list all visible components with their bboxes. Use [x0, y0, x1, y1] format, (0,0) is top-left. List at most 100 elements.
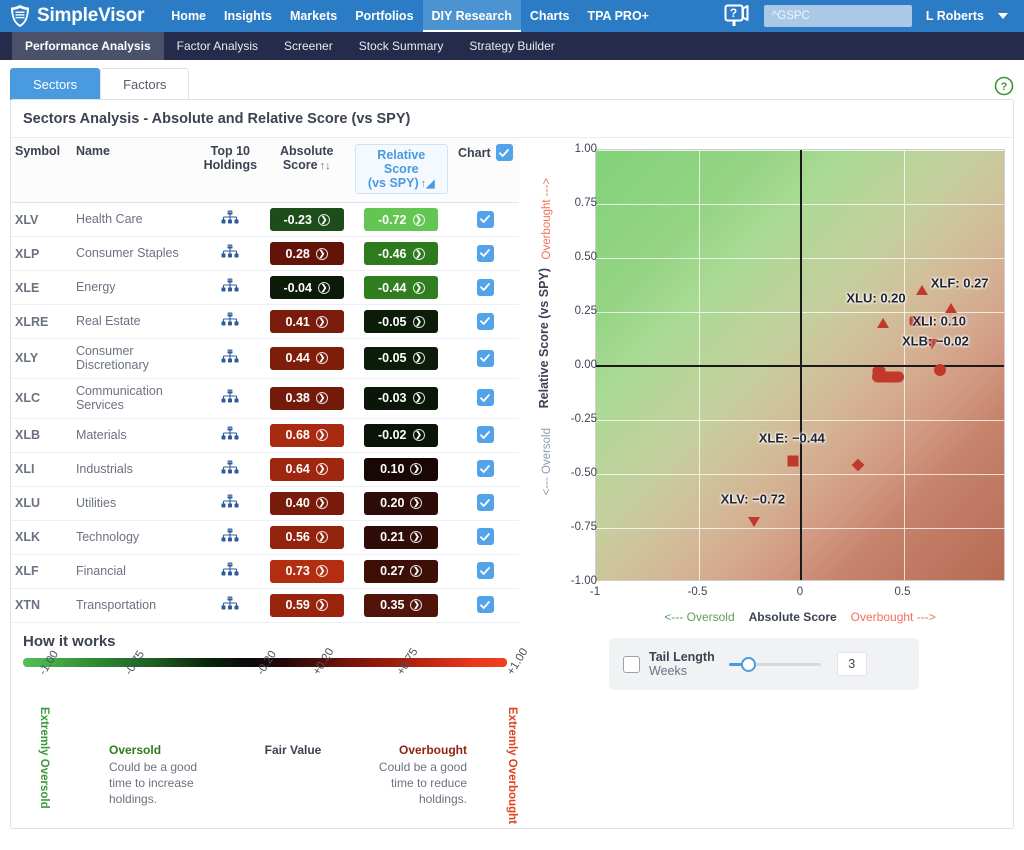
cell-relative-score[interactable]: 0.21 ❯ — [350, 520, 452, 555]
cell-top10-holdings[interactable] — [198, 338, 263, 379]
absolute-score-badge[interactable]: 0.68 ❯ — [269, 423, 344, 447]
chart-row-checkbox[interactable] — [476, 528, 494, 546]
cell-absolute-score[interactable]: 0.40 ❯ — [262, 486, 351, 521]
nav-item-charts[interactable]: Charts — [521, 0, 579, 32]
chevron-right-circle-icon[interactable]: ❯ — [412, 315, 425, 328]
scatter-point-xlv[interactable] — [747, 516, 760, 527]
scatter-point-xtn[interactable] — [915, 285, 928, 296]
cell-symbol[interactable]: XLU — [11, 486, 72, 521]
plot-area[interactable] — [595, 149, 1005, 581]
chevron-right-circle-icon[interactable]: ❯ — [315, 531, 328, 543]
cell-chart-toggle[interactable] — [451, 588, 519, 623]
chart-row-checkbox[interactable] — [476, 596, 494, 614]
question-circle-icon[interactable]: ? — [994, 76, 1014, 96]
cell-symbol[interactable]: XLY — [11, 338, 72, 379]
org-chart-icon[interactable] — [221, 210, 239, 226]
org-chart-icon[interactable] — [221, 349, 239, 365]
table-row[interactable]: XLK Technology 0.56 ❯ 0.21 ❯ — [11, 520, 519, 555]
cell-chart-toggle[interactable] — [451, 236, 519, 271]
cell-top10-holdings[interactable] — [198, 270, 263, 305]
cell-chart-toggle[interactable] — [451, 520, 519, 555]
chevron-right-circle-icon[interactable]: ❯ — [315, 352, 328, 365]
cell-top10-holdings[interactable] — [198, 202, 263, 237]
chevron-right-circle-icon[interactable]: ❯ — [412, 247, 425, 260]
relative-score-badge[interactable]: 0.35 ❯ — [364, 593, 439, 617]
table-row[interactable]: XLF Financial 0.73 ❯ 0.27 ❯ — [11, 554, 519, 589]
scatter-point-xlu[interactable] — [877, 317, 889, 328]
cell-relative-score[interactable]: -0.03 ❯ — [350, 378, 452, 419]
org-chart-icon[interactable] — [221, 426, 239, 442]
cell-symbol[interactable]: XLI — [11, 452, 72, 487]
cell-relative-score[interactable]: -0.05 ❯ — [350, 338, 452, 379]
scatter-point-xlb[interactable] — [934, 364, 947, 377]
subnav-item-screener[interactable]: Screener — [271, 32, 346, 60]
absolute-score-badge[interactable]: 0.73 ❯ — [269, 559, 344, 583]
cell-top10-holdings[interactable] — [198, 236, 263, 271]
cell-chart-toggle[interactable] — [451, 486, 519, 521]
org-chart-icon[interactable] — [221, 389, 239, 405]
cell-chart-toggle[interactable] — [451, 554, 519, 589]
nav-item-home[interactable]: Home — [162, 0, 215, 32]
chevron-right-circle-icon[interactable]: ❯ — [412, 429, 425, 441]
relative-score-badge[interactable]: -0.03 ❯ — [364, 386, 439, 410]
relative-score-badge[interactable]: -0.05 ❯ — [364, 310, 439, 333]
cell-absolute-score[interactable]: 0.68 ❯ — [262, 418, 351, 453]
chevron-right-circle-icon[interactable]: ❯ — [412, 281, 425, 294]
chevron-right-circle-icon[interactable]: ❯ — [410, 599, 423, 611]
absolute-score-badge[interactable]: 0.28 ❯ — [269, 242, 344, 265]
cell-relative-score[interactable]: -0.44 ❯ — [350, 270, 452, 305]
org-chart-icon[interactable] — [221, 528, 239, 544]
chart-row-checkbox[interactable] — [476, 494, 494, 512]
cell-absolute-score[interactable]: 0.73 ❯ — [262, 554, 351, 589]
cell-top10-holdings[interactable] — [198, 588, 263, 623]
table-row[interactable]: XLB Materials 0.68 ❯ -0.02 ❯ — [11, 418, 519, 453]
cell-chart-toggle[interactable] — [451, 338, 519, 379]
cell-absolute-score[interactable]: -0.23 ❯ — [262, 202, 351, 237]
org-chart-icon[interactable] — [221, 494, 239, 510]
column-header-top10-holdings[interactable]: Top 10 Holdings — [198, 138, 263, 203]
cell-top10-holdings[interactable] — [198, 554, 263, 589]
cell-absolute-score[interactable]: 0.38 ❯ — [262, 378, 351, 419]
relative-score-badge[interactable]: -0.44 ❯ — [364, 276, 439, 299]
cell-chart-toggle[interactable] — [451, 378, 519, 419]
column-header-name[interactable]: Name — [71, 138, 199, 203]
absolute-score-badge[interactable]: 0.44 ❯ — [269, 346, 344, 370]
table-row[interactable]: XTN Transportation 0.59 ❯ 0.35 ❯ — [11, 588, 519, 623]
nav-item-diy-research[interactable]: DIY Research — [422, 0, 521, 32]
subnav-item-strategy-builder[interactable]: Strategy Builder — [456, 32, 567, 60]
sort-asc-icon[interactable]: ↑◢ — [421, 178, 435, 190]
subnav-item-stock-summary[interactable]: Stock Summary — [346, 32, 457, 60]
cell-top10-holdings[interactable] — [198, 304, 263, 339]
chart-row-checkbox[interactable] — [476, 562, 494, 580]
org-chart-icon[interactable] — [221, 244, 239, 260]
help-screen-icon[interactable]: ? — [724, 4, 750, 28]
nav-item-portfolios[interactable]: Portfolios — [346, 0, 422, 32]
org-chart-icon[interactable] — [221, 562, 239, 578]
column-header-relative-score[interactable]: Relative Score (vs SPY) ↑◢ — [350, 138, 452, 203]
relative-score-badge[interactable]: 0.20 ❯ — [364, 491, 439, 515]
chevron-right-circle-icon[interactable]: ❯ — [315, 247, 328, 260]
org-chart-icon[interactable] — [221, 278, 239, 294]
cell-symbol[interactable]: XLV — [11, 202, 72, 237]
cell-absolute-score[interactable]: 0.56 ❯ — [262, 520, 351, 555]
cell-absolute-score[interactable]: 0.28 ❯ — [262, 236, 351, 271]
tail-length-slider[interactable] — [728, 654, 821, 674]
chevron-down-icon[interactable] — [998, 13, 1008, 19]
cell-chart-toggle[interactable] — [451, 418, 519, 453]
relative-score-badge[interactable]: -0.46 ❯ — [364, 242, 439, 265]
cell-chart-toggle[interactable] — [451, 202, 519, 237]
chevron-right-circle-icon[interactable]: ❯ — [412, 392, 425, 405]
sort-updown-icon[interactable]: ↑↓ — [320, 160, 331, 172]
chevron-right-circle-icon[interactable]: ❯ — [315, 315, 328, 328]
cell-relative-score[interactable]: 0.27 ❯ — [350, 554, 452, 589]
cell-relative-score[interactable]: 0.20 ❯ — [350, 486, 452, 521]
cell-absolute-score[interactable]: 0.41 ❯ — [262, 304, 351, 339]
relative-score-badge[interactable]: -0.05 ❯ — [364, 346, 439, 370]
table-row[interactable]: XLV Health Care -0.23 ❯ -0.72 ❯ — [11, 202, 519, 237]
chevron-right-circle-icon[interactable]: ❯ — [315, 429, 328, 441]
chart-row-checkbox[interactable] — [476, 389, 494, 407]
table-row[interactable]: XLRE Real Estate 0.41 ❯ -0.05 ❯ — [11, 304, 519, 339]
table-row[interactable]: XLP Consumer Staples 0.28 ❯ -0.46 ❯ — [11, 236, 519, 271]
chevron-right-circle-icon[interactable]: ❯ — [412, 352, 425, 365]
slider-knob[interactable] — [740, 657, 756, 672]
